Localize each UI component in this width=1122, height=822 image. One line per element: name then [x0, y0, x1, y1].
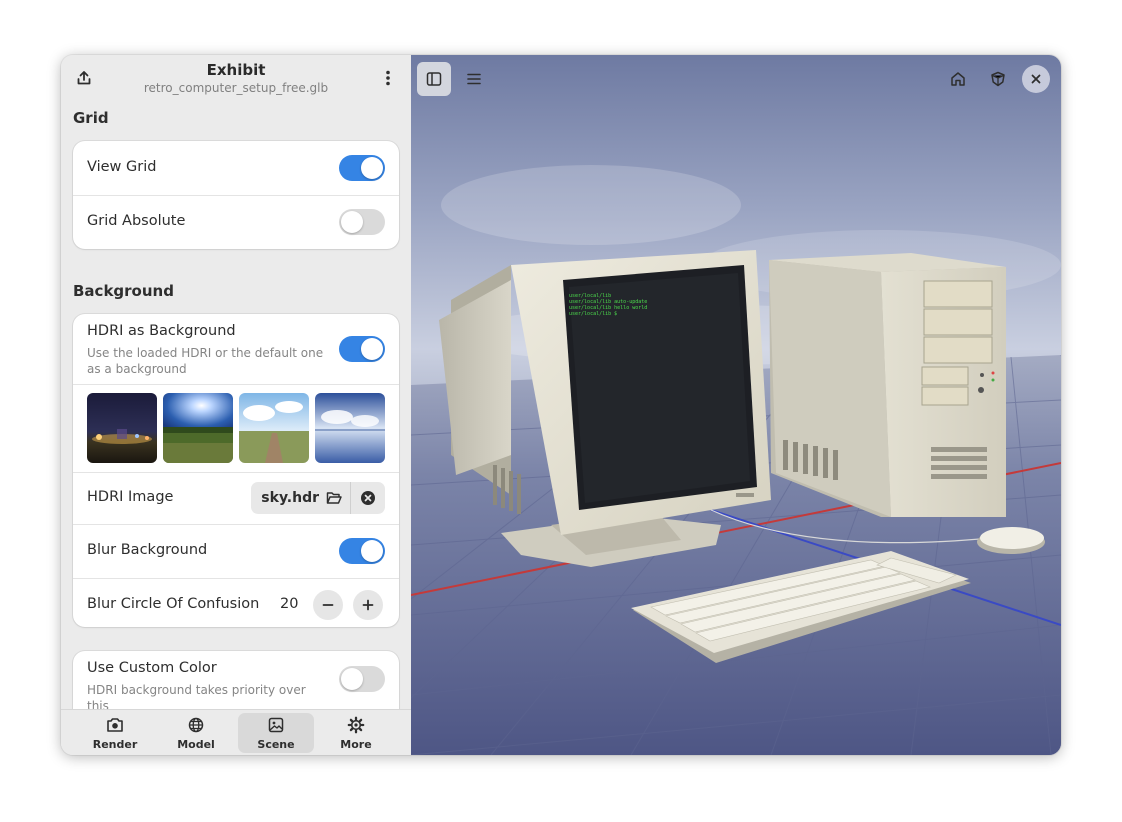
sidebar: Exhibit retro_computer_setup_free.glb Gr… [61, 55, 412, 755]
camera-icon [107, 718, 123, 732]
custom-color-label: Use Custom Color [87, 660, 217, 676]
share-export-icon [77, 71, 91, 85]
hdri-thumbnails-row [73, 384, 399, 473]
blur-coc-decrease-button[interactable] [313, 590, 343, 620]
view-grid-label: View Grid [87, 159, 157, 175]
mouse [977, 527, 1045, 554]
grid-absolute-switch[interactable] [339, 209, 385, 235]
computer-tower [769, 253, 1006, 517]
blur-coc-label: Blur Circle Of Confusion [87, 596, 260, 612]
sunny-field-hdri-image [163, 393, 233, 463]
close-window-button[interactable] [1022, 65, 1050, 93]
hdri-image-row: HDRI Image sky.hdr [73, 472, 399, 525]
file-name: retro_computer_setup_free.glb [143, 81, 329, 95]
plus-icon [362, 599, 374, 611]
hdri-file-name: sky.hdr [261, 490, 319, 506]
blur-background-row: Blur Background [73, 524, 399, 579]
app-window: Exhibit retro_computer_setup_free.glb Gr… [61, 55, 1061, 755]
blur-coc-value: 20 [280, 596, 299, 612]
tab-scene[interactable]: Scene [238, 713, 314, 753]
hdri-background-row: HDRI as Background Use the loaded HDRI o… [73, 314, 399, 385]
hdri-image-label: HDRI Image [87, 489, 174, 505]
globe-icon [188, 717, 204, 733]
tab-render[interactable]: Render [77, 713, 153, 753]
image-icon [268, 717, 284, 733]
grid-absolute-row: Grid Absolute [73, 195, 399, 249]
kebab-menu-icon [386, 70, 390, 86]
custom-color-card: Use Custom Color HDRI background takes p… [73, 651, 399, 709]
hdri-background-switch[interactable] [339, 336, 385, 362]
sidebar-header: Exhibit retro_computer_setup_free.glb [61, 55, 411, 101]
tab-model[interactable]: Model [158, 713, 234, 753]
grid-absolute-label: Grid Absolute [87, 213, 186, 229]
sidebar-toggle-button[interactable] [417, 62, 451, 96]
hdri-thumbnail-sky[interactable] [315, 393, 385, 463]
export-button[interactable] [67, 61, 101, 95]
grid-card: View Grid Grid Absolute [73, 141, 399, 249]
terminal-line-4: user/local/lib $ [569, 311, 617, 317]
3d-viewport[interactable]: user/local/lib user/local/lib auto-updat… [411, 55, 1061, 755]
scene-render: user/local/lib user/local/lib auto-updat… [411, 55, 1061, 755]
view-grid-row: View Grid [73, 141, 399, 196]
view-mode-button[interactable] [981, 62, 1015, 96]
minus-icon [322, 604, 334, 606]
view-switcher-bar: Render Model Scene More [61, 709, 411, 755]
settings-scroll[interactable]: Grid View Grid Grid Absolute Background … [61, 101, 411, 709]
tab-model-label: Model [177, 738, 215, 751]
hamburger-menu-icon [467, 73, 481, 85]
view-grid-switch[interactable] [339, 155, 385, 181]
home-icon [951, 72, 965, 86]
tab-render-label: Render [92, 738, 138, 751]
hdri-clear-button[interactable] [351, 482, 385, 514]
tab-more[interactable]: More [318, 713, 394, 753]
custom-color-switch[interactable] [339, 666, 385, 692]
app-title: Exhibit [206, 61, 266, 79]
blur-background-switch[interactable] [339, 538, 385, 564]
cloudy-road-hdri-image [239, 393, 309, 463]
clear-circle-icon [361, 491, 375, 505]
hdri-background-description: Use the loaded HDRI or the default one a… [87, 346, 324, 376]
sky-water-hdri-image [315, 393, 385, 463]
tab-scene-label: Scene [257, 738, 295, 751]
blur-coc-increase-button[interactable] [353, 590, 383, 620]
gear-icon [347, 716, 365, 734]
sidebar-toggle-icon [426, 72, 442, 86]
close-icon [1031, 74, 1041, 84]
shield-icon [991, 71, 1005, 87]
main-menu-button[interactable] [457, 62, 491, 96]
folder-open-icon [326, 492, 342, 504]
tab-more-label: More [340, 738, 372, 751]
hdri-file-chooser: sky.hdr [251, 482, 385, 514]
blur-background-label: Blur Background [87, 542, 208, 558]
title-block: Exhibit retro_computer_setup_free.glb [121, 61, 351, 95]
reset-view-button[interactable] [941, 62, 975, 96]
custom-color-row: Use Custom Color HDRI background takes p… [73, 651, 399, 709]
background-section-title: Background [73, 282, 174, 300]
hdri-thumbnail-field[interactable] [163, 393, 233, 463]
night-city-hdri-image [87, 393, 157, 463]
grid-section-title: Grid [73, 109, 109, 127]
hdri-thumbnail-road[interactable] [239, 393, 309, 463]
custom-color-description: HDRI background takes priority over this [87, 683, 306, 709]
background-card: HDRI as Background Use the loaded HDRI o… [73, 314, 399, 627]
blur-coc-row: Blur Circle Of Confusion 20 [73, 578, 399, 627]
hdri-background-label: HDRI as Background [87, 323, 236, 339]
hdri-thumbnail-night[interactable] [87, 393, 157, 463]
hdri-file-button[interactable]: sky.hdr [251, 482, 350, 514]
menu-button[interactable] [371, 61, 405, 95]
